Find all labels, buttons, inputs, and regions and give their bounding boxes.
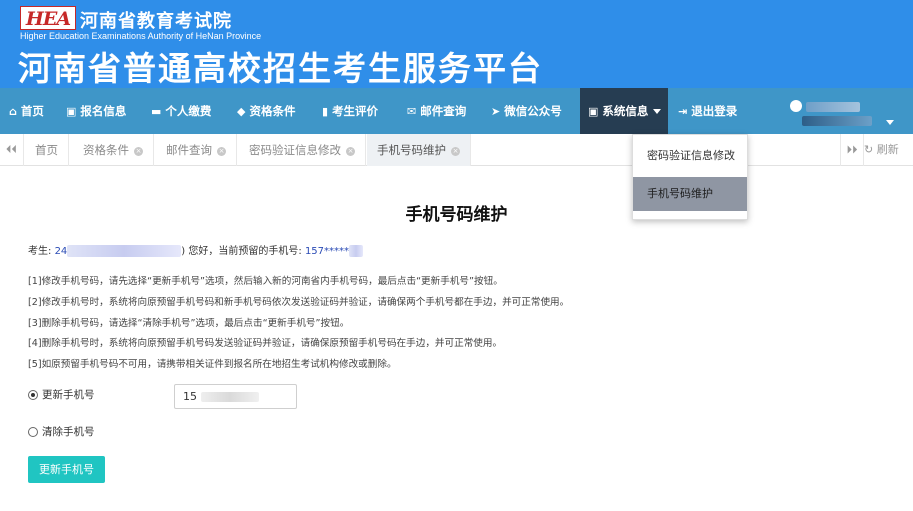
student-id: 24 [54, 246, 68, 257]
radio-clear[interactable] [28, 426, 38, 437]
instruction-item: [2]修改手机号时，系统将向原预留手机号码和新手机号码依次发送验证码并验证，请确… [28, 296, 570, 308]
hea-logo: HEA [20, 6, 76, 30]
nav-item-payment[interactable]: ▬ 个人缴费 [151, 88, 211, 134]
tab-scroll-left-icon[interactable]: ⏴⏴ [0, 134, 24, 166]
student-info: 考生: 24 ) 您好，当前预留的手机号: 157***** [28, 242, 364, 257]
option-clear-label: 清除手机号 [42, 426, 95, 438]
nav-label: 退出登录 [691, 104, 738, 118]
sign-out-icon: ⇥ [678, 104, 688, 118]
nav-item-wechat[interactable]: ➤ 微信公众号 [491, 88, 562, 134]
org-name-en: Higher Education Examinations Authority … [20, 31, 262, 41]
refresh-icon: ↻ [864, 143, 874, 156]
tag-icon: ◆ [237, 104, 246, 118]
tab-label: 首页 [35, 143, 58, 157]
close-icon[interactable]: × [346, 147, 355, 156]
nav-label: 资格条件 [249, 104, 296, 118]
nav-label: 邮件查询 [420, 104, 467, 118]
option-update-label: 更新手机号 [42, 389, 95, 401]
student-id-redacted [67, 245, 182, 257]
nav-item-mail[interactable]: ✉ 邮件查询 [407, 88, 466, 134]
nav-item-eligibility[interactable]: ◆ 资格条件 [237, 88, 295, 134]
page-title: 手机号码维护 [405, 205, 508, 225]
user-icon [790, 100, 802, 112]
phone-input[interactable]: 15 [174, 384, 297, 409]
site-header: HEA 河南省教育考试院 Higher Education Examinatio… [0, 0, 913, 88]
tab-password-info[interactable]: 密码验证信息修改 × [239, 134, 366, 166]
phone-input-redacted [201, 391, 259, 402]
nav-item-system-info[interactable]: ▣ 系统信息 [580, 88, 668, 134]
instruction-item: [3]删除手机号码，请选择“清除手机号”选项，最后点击“更新手机号”按钮。 [28, 317, 350, 329]
refresh-button[interactable]: ↻ 刷新 [864, 134, 899, 166]
book-icon: ▮ [322, 104, 329, 118]
radio-update[interactable] [28, 389, 38, 400]
nav-item-registration[interactable]: ▣ 报名信息 [66, 88, 126, 134]
phone-redacted [349, 245, 364, 257]
nav-label: 微信公众号 [504, 104, 562, 118]
credit-card-icon: ▬ [151, 104, 162, 118]
tab-label: 资格条件 [83, 143, 129, 157]
option-update-phone[interactable]: 更新手机号 [28, 387, 95, 402]
option-clear-phone[interactable]: 清除手机号 [28, 424, 95, 439]
home-icon: ⌂ [9, 104, 17, 118]
user-id-redacted [802, 116, 872, 126]
nav-label: 首页 [20, 104, 44, 118]
tab-eligibility[interactable]: 资格条件 × [73, 134, 154, 166]
logo-text: HEA [25, 8, 71, 30]
current-phone: 157***** [304, 246, 350, 257]
instruction-item: [5]如原预留手机号码不可用，请携带相关证件到报名所在地招生考试机构修改或删除。 [28, 359, 397, 371]
instruction-item: [1]修改手机号码，请先选择“更新手机号”选项，然后输入新的河南省内手机号码，最… [28, 276, 503, 287]
tab-label: 邮件查询 [166, 143, 212, 157]
org-name-cn: 河南省教育考试院 [80, 11, 232, 32]
update-phone-button[interactable]: 更新手机号 [28, 456, 105, 483]
caret-down-icon [886, 120, 894, 125]
user-name-redacted [806, 102, 860, 112]
instructions: [1]修改手机号码，请先选择“更新手机号”选项，然后输入新的河南省内手机号码，最… [28, 272, 569, 376]
refresh-label: 刷新 [876, 143, 899, 156]
student-prefix: 考生: [28, 246, 52, 257]
caret-down-icon [653, 108, 662, 114]
page-root: HEA 河南省教育考试院 Higher Education Examinatio… [0, 0, 913, 511]
nav-item-home[interactable]: ⌂ 首页 [9, 88, 44, 134]
tab-mail[interactable]: 邮件查询 × [156, 134, 237, 166]
main-nav: ⌂ 首页 ▣ 报名信息 ▬ 个人缴费 ◆ 资格条件 ▮ 考生评价 ✉ 邮件查询 ➤ 微信公众号… [0, 88, 913, 134]
dropdown-item-password-info[interactable]: 密码验证信息修改 [633, 139, 747, 173]
phone-input-value: 15 [183, 390, 197, 403]
platform-title: 河南省普通高校招生考生服务平台 [18, 49, 543, 88]
nav-item-logout[interactable]: ⇥ 退出登录 [678, 88, 737, 134]
instruction-item: [4]删除手机号时，系统将向原预留手机号码发送验证码并验证，请确保原预留手机号码… [28, 338, 503, 350]
tab-label: 手机号码维护 [377, 143, 446, 157]
tab-scroll-right-icon[interactable]: ⏵⏵ [840, 134, 864, 166]
tab-home[interactable]: 首页 [25, 134, 69, 166]
nav-label: 系统信息 [602, 104, 649, 118]
nav-item-evaluation[interactable]: ▮ 考生评价 [322, 88, 378, 134]
id-card-icon: ▣ [588, 104, 599, 118]
page-tabs: ⏴⏴ 首页 资格条件 × 邮件查询 × 密码验证信息修改 × 手机号码维护 × ⏵⏵ ↻… [0, 134, 913, 166]
nav-label: 考生评价 [332, 104, 379, 118]
nav-label: 报名信息 [80, 104, 127, 118]
nav-label: 个人缴费 [165, 104, 212, 118]
close-icon[interactable]: × [134, 147, 143, 156]
tab-phone-maintenance[interactable]: 手机号码维护 × [367, 134, 471, 166]
user-menu[interactable] [790, 100, 905, 130]
tab-label: 密码验证信息修改 [249, 143, 341, 157]
envelope-icon: ✉ [407, 104, 417, 118]
greeting-text: ) 您好，当前预留的手机号: [181, 246, 302, 257]
close-icon[interactable]: × [217, 147, 226, 156]
send-icon: ➤ [491, 104, 501, 118]
id-card-icon: ▣ [66, 104, 77, 118]
close-icon[interactable]: × [451, 147, 460, 156]
